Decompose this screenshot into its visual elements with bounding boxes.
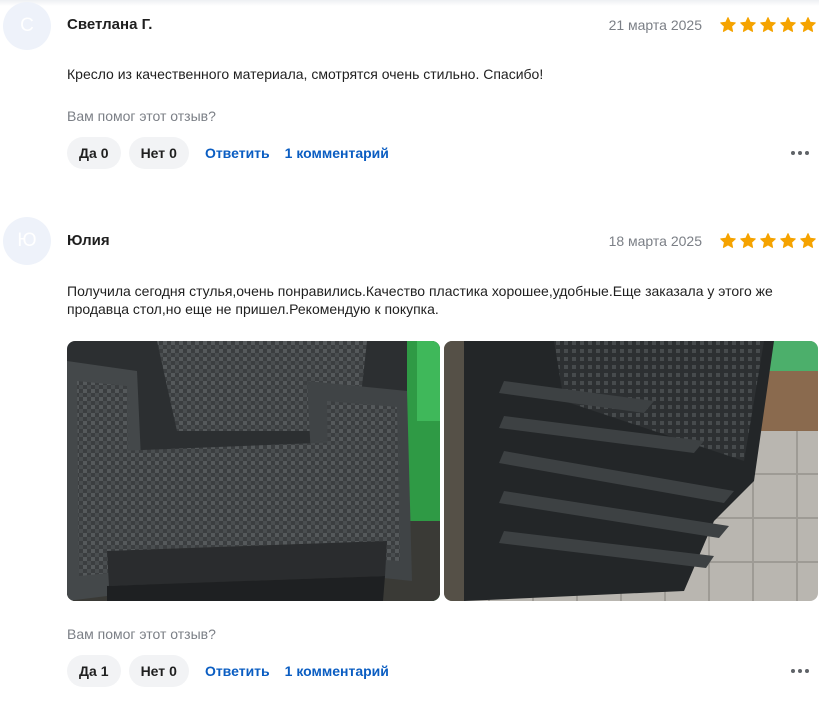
star-icon (800, 17, 816, 32)
no-label: Нет (140, 145, 166, 161)
star-icon (720, 17, 736, 32)
reply-link[interactable]: Ответить (205, 145, 270, 161)
star-icon (740, 17, 756, 32)
star-icon (760, 17, 776, 32)
review-photo-chair[interactable] (67, 341, 440, 601)
review-date: 18 марта 2025 (608, 233, 702, 249)
avatar: Ю (3, 217, 51, 265)
review-text: Получила сегодня стулья,очень понравилис… (67, 283, 773, 317)
review-actions: Да 1 Нет 0 Ответить 1 комментарий (67, 655, 396, 687)
review-date: 21 марта 2025 (608, 17, 702, 33)
review-photo-stacked-chairs[interactable] (444, 341, 818, 601)
no-label: Нет (140, 663, 166, 679)
no-count: 0 (169, 663, 177, 679)
star-icon (800, 233, 816, 248)
star-icon (780, 233, 796, 248)
review-actions: Да 0 Нет 0 Ответить 1 комментарий (67, 137, 396, 169)
star-icon (780, 17, 796, 32)
star-icon (720, 233, 736, 248)
yes-count: 1 (100, 663, 109, 679)
review-author: Светлана Г. (67, 16, 153, 33)
yes-count: 0 (100, 145, 109, 161)
helpful-no-button[interactable]: Нет 0 (128, 137, 189, 169)
comments-link[interactable]: 1 комментарий (285, 663, 389, 679)
helpful-no-button[interactable]: Нет 0 (128, 655, 189, 687)
top-divider-shadow (0, 0, 819, 6)
review-author: Юлия (67, 232, 110, 249)
review-text: Кресло из качественного материала, смотр… (67, 66, 544, 82)
stacked-chairs-photo (444, 341, 818, 601)
avatar-letter: Ю (17, 230, 37, 251)
yes-label: Да (79, 145, 97, 161)
avatar: С (3, 2, 51, 50)
star-icon (760, 233, 776, 248)
chair-front-photo (67, 341, 440, 601)
helpful-yes-button[interactable]: Да 1 (67, 655, 121, 687)
yes-label: Да (79, 663, 97, 679)
star-icon (740, 233, 756, 248)
more-dots-icon[interactable] (791, 151, 809, 155)
helpful-question: Вам помог этот отзыв? (67, 108, 216, 124)
reply-link[interactable]: Ответить (205, 663, 270, 679)
rating-stars (719, 232, 817, 250)
no-count: 0 (169, 145, 177, 161)
more-dots-icon[interactable] (791, 669, 809, 673)
helpful-question: Вам помог этот отзыв? (67, 626, 216, 642)
avatar-letter: С (20, 15, 34, 36)
helpful-yes-button[interactable]: Да 0 (67, 137, 121, 169)
rating-stars (719, 16, 817, 34)
comments-link[interactable]: 1 комментарий (285, 145, 389, 161)
